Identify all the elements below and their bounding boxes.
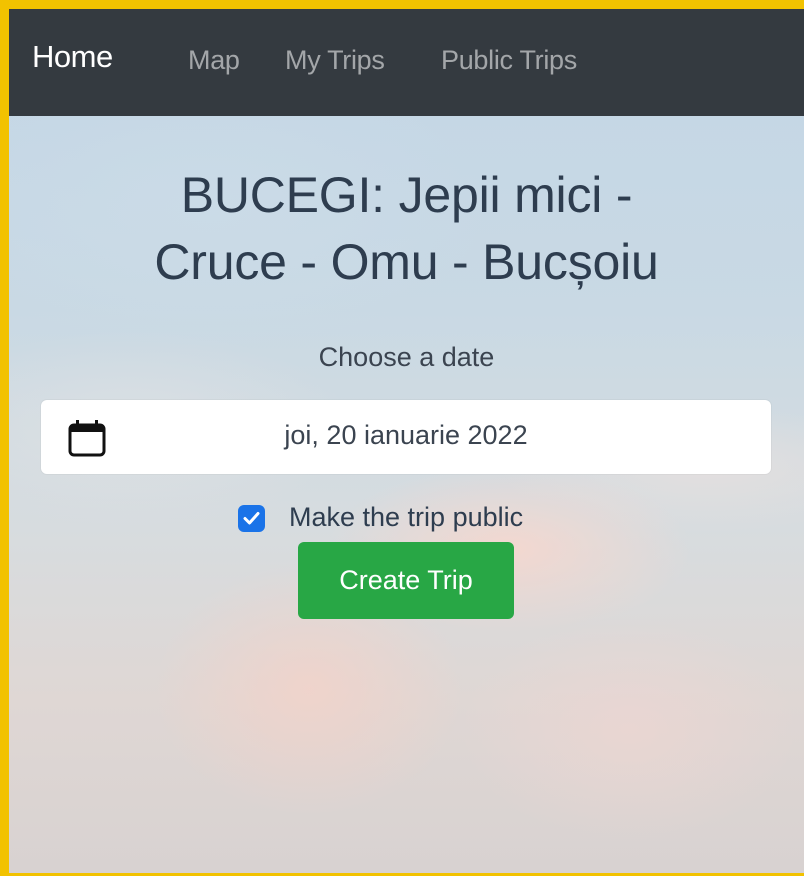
create-trip-button[interactable]: Create Trip [298,542,514,619]
navbar: Home Map My Trips Public Trips [9,9,804,116]
date-picker-input[interactable]: joi, 20 ianuarie 2022 [41,400,771,474]
app-window: Home Map My Trips Public Trips BUCEGI: J… [9,9,804,873]
public-checkbox[interactable] [238,505,265,532]
trip-title: BUCEGI: Jepii mici - Cruce - Omu - Bucșo… [9,162,804,296]
nav-public-trips-link[interactable]: Public Trips [441,45,577,76]
date-value: joi, 20 ianuarie 2022 [284,420,528,450]
date-label: Choose a date [318,342,495,372]
trip-title-line-2: Cruce - Omu - Bucșoiu [154,234,659,290]
trip-title-line-1: BUCEGI: Jepii mici - [180,167,633,223]
check-icon [243,512,260,525]
nav-home-link[interactable]: Home [32,39,113,75]
public-checkbox-label[interactable]: Make the trip public [289,502,523,533]
nav-my-trips-link[interactable]: My Trips [285,45,385,76]
nav-map-link[interactable]: Map [188,45,240,76]
